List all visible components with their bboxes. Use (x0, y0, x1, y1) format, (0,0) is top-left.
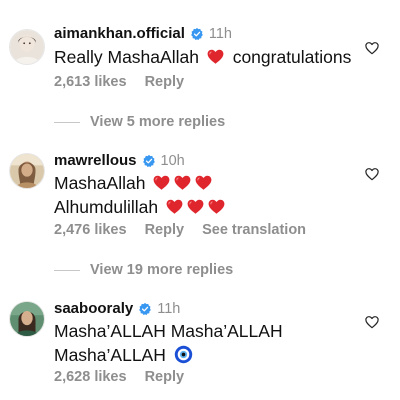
verified-badge-icon (138, 302, 152, 316)
reply-button[interactable]: Reply (145, 369, 185, 385)
timestamp: 10h (160, 152, 185, 169)
reply-button[interactable]: Reply (145, 222, 185, 238)
timestamp: 11h (157, 300, 181, 317)
comment-text-line: Alhumdulillah (54, 195, 226, 219)
see-translation-button[interactable]: See translation (202, 222, 306, 238)
like-heart-icon[interactable] (364, 40, 380, 56)
avatar[interactable] (9, 29, 45, 65)
view-more-replies-button[interactable]: View 19 more replies (54, 262, 233, 278)
reply-button[interactable]: Reply (145, 74, 185, 90)
red-heart-emoji-icon (194, 173, 213, 192)
comment-text-part: Alhumdulillah (54, 197, 159, 217)
red-heart-emoji-icon (152, 173, 171, 192)
comment-text-part: Masha’ALLAH (54, 345, 166, 365)
comment-text: Really MashaAllah congratulations (54, 45, 351, 69)
view-replies-label[interactable]: View 19 more replies (90, 262, 233, 278)
like-heart-icon[interactable] (364, 314, 380, 330)
nazar-amulet-emoji-icon (174, 345, 193, 364)
comment-text-line: MashaAllah (54, 171, 213, 195)
red-heart-emoji-icon (186, 197, 205, 216)
comment-text-line: Masha’ALLAH Masha’ALLAH (54, 321, 283, 341)
likes-count[interactable]: 2,476 likes (54, 222, 127, 238)
likes-count[interactable]: 2,628 likes (54, 369, 127, 385)
likes-count[interactable]: 2,613 likes (54, 74, 127, 90)
red-heart-emoji-icon (206, 47, 225, 66)
divider (54, 269, 80, 271)
like-heart-icon[interactable] (364, 166, 380, 182)
comment-text-part: MashaAllah (54, 173, 146, 193)
comment-text-part: congratulations (232, 47, 352, 67)
divider (54, 121, 80, 123)
username[interactable]: mawrellous (54, 152, 137, 169)
red-heart-emoji-icon (173, 173, 192, 192)
red-heart-emoji-icon (165, 197, 184, 216)
comment-text-line: Masha’ALLAH (54, 343, 193, 367)
avatar[interactable] (9, 301, 45, 337)
view-more-replies-button[interactable]: View 5 more replies (54, 114, 225, 130)
username[interactable]: saabooraly (54, 300, 133, 317)
username[interactable]: aimankhan.official (54, 25, 185, 42)
verified-badge-icon (190, 27, 204, 41)
verified-badge-icon (142, 154, 156, 168)
comment-text-part: Really MashaAllah (54, 47, 199, 67)
avatar[interactable] (9, 153, 45, 189)
view-replies-label[interactable]: View 5 more replies (90, 114, 225, 130)
timestamp: 11h (208, 25, 232, 42)
red-heart-emoji-icon (207, 197, 226, 216)
